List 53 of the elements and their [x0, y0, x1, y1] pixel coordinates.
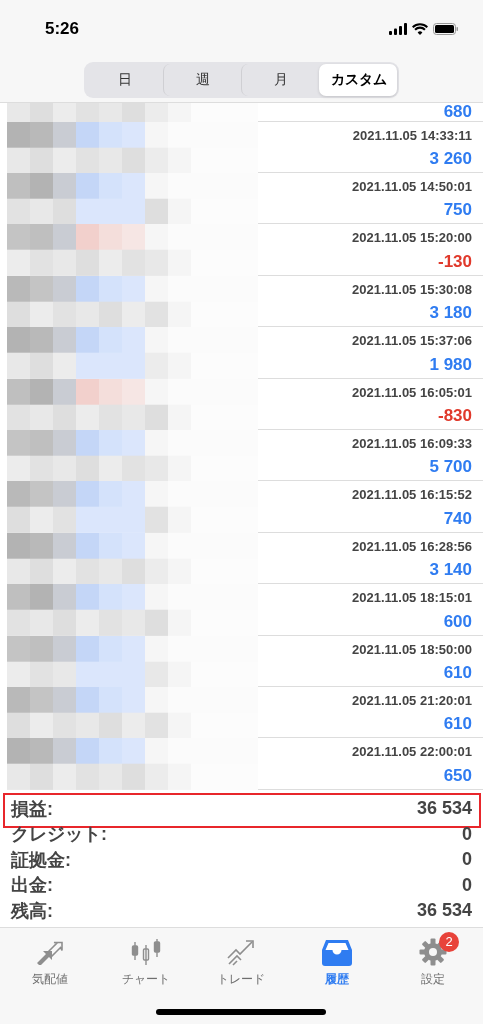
summary-value: 0 — [462, 874, 472, 896]
period-tab[interactable]: 日 — [86, 64, 163, 96]
summary-label: 証拠金: — [11, 848, 71, 872]
summary-label: 残高: — [11, 899, 53, 923]
trade-time: 2021.11.05 15:30:08 — [352, 281, 472, 297]
inbox-tray-icon — [322, 938, 353, 966]
tab-bar-item[interactable]: チャート — [97, 930, 194, 990]
clock-time: 5:26 — [45, 19, 80, 39]
trade-time: 2021.11.05 16:28:56 — [352, 538, 472, 554]
trade-time: 2021.11.05 16:05:01 — [352, 384, 472, 400]
trade-time: 2021.11.05 15:20:00 — [352, 230, 472, 246]
trade-time: 2021.11.05 18:50:00 — [352, 641, 472, 657]
profit-value: 610 — [443, 714, 472, 735]
tab-bar-item[interactable]: 2 設定 — [385, 930, 481, 990]
trade-time: 2021.11.05 22:00:01 — [352, 744, 472, 760]
profit-value: 650 — [443, 765, 472, 786]
trend-lines-icon — [226, 938, 257, 966]
period-tab[interactable]: 週 — [163, 64, 241, 96]
profit-value: 740 — [443, 508, 472, 529]
battery-icon — [433, 23, 459, 35]
candlestick-icon — [130, 938, 161, 966]
trade-time: 2021.11.05 16:09:33 — [352, 435, 472, 451]
profit-value: 3 140 — [429, 560, 472, 581]
trade-time: 2021.11.05 16:15:52 — [352, 487, 472, 503]
profit-value: -830 — [437, 405, 472, 426]
trade-time: 2021.11.05 18:15:01 — [352, 590, 472, 606]
tab-bar-item[interactable]: トレード — [193, 930, 290, 990]
profit-value: 1 980 — [429, 354, 472, 375]
trade-time: 2021.11.05 15:37:06 — [352, 333, 472, 349]
trade-time: 2021.11.05 14:33:11 — [352, 127, 472, 143]
profit-value: 610 — [443, 662, 472, 683]
signal-icon — [389, 23, 407, 35]
tab-bar-item[interactable]: 履歴 — [289, 930, 386, 990]
notification-badge: 2 — [439, 932, 460, 952]
profit-value: 600 — [443, 611, 472, 632]
tab-bar-item[interactable]: 気配値 — [2, 930, 98, 990]
summary-label: クレジット: — [11, 823, 107, 847]
wifi-icon — [412, 23, 428, 35]
profit-value: -130 — [437, 251, 472, 272]
profit-value: 3 180 — [429, 303, 472, 324]
trade-time: 2021.11.05 21:20:01 — [352, 692, 472, 708]
summary-label: 出金: — [11, 874, 53, 898]
summary-value: 0 — [462, 823, 472, 845]
profit-value: 680 — [443, 103, 472, 119]
summary-value: 0 — [462, 849, 472, 871]
profit-value: 750 — [443, 200, 472, 221]
period-tab[interactable]: カスタム — [319, 64, 397, 96]
summary-label: 損益: — [11, 797, 53, 821]
profit-value: 5 700 — [429, 457, 472, 478]
profit-value: 3 260 — [429, 149, 472, 169]
trade-time: 2021.11.05 14:50:01 — [352, 179, 472, 194]
summary-value: 36 534 — [416, 798, 472, 820]
summary-value: 36 534 — [416, 900, 472, 922]
